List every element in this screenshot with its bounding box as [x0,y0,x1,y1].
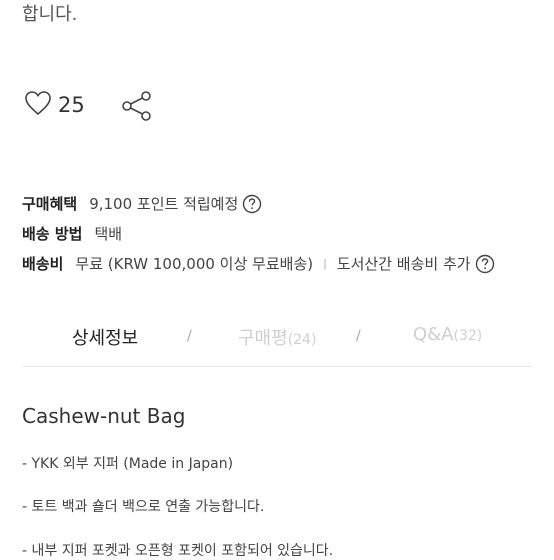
tab-divider: / [356,328,361,344]
shipping-method-row: 배송 방법 택배 [22,223,122,244]
fee-label: 배송비 [22,255,64,273]
tab-count: (32) [453,328,483,344]
tab-count: (24) [287,332,317,348]
like-count: 25 [58,93,85,117]
tab-bar: 상세정보 / 구매평(24) / Q&A(32) [0,318,554,356]
product-title: Cashew-nut Bag [22,404,186,428]
tab-underline-divider [22,366,532,367]
tab-qna[interactable]: Q&A(32) [413,324,482,345]
tab-label: 상세정보 [72,328,139,349]
method-label: 배송 방법 [22,225,83,243]
tab-label: 구매평 [238,328,288,349]
product-feature-line: - 내부 지퍼 포켓과 오픈형 포켓이 포함되어 있습니다. [22,543,334,559]
shipping-fee-row: 배송비 무료 (KRW 100,000 이상 무료배송) | 도서산간 배송비 … [22,253,495,274]
benefit-value: 9,100 포인트 적립예정 [89,195,239,213]
benefit-label: 구매혜택 [22,195,78,213]
help-icon[interactable] [475,254,495,274]
purchase-benefit-row: 구매혜택 9,100 포인트 적립예정 [22,193,262,214]
tab-divider: / [187,328,192,344]
method-value: 택배 [94,225,123,243]
fee-value: 무료 (KRW 100,000 이상 무료배송) [75,255,314,273]
tab-reviews[interactable]: 구매평(24) [238,324,316,350]
like-button[interactable]: 25 [24,90,85,120]
separator: | [323,257,327,270]
share-button[interactable] [120,90,154,126]
help-icon[interactable] [242,194,262,214]
share-icon [120,91,154,126]
tab-detail[interactable]: 상세정보 [72,324,138,350]
product-feature-line: - YKK 외부 지퍼 (Made in Japan) [22,456,234,472]
description-tail-text: 합니다. [22,4,78,25]
tab-label: Q&A [413,324,454,345]
heart-icon [24,90,52,120]
remote-area-fee-note: 도서산간 배송비 추가 [336,255,471,273]
product-feature-line: - 토트 백과 숄더 백으로 연출 가능합니다. [22,499,265,515]
